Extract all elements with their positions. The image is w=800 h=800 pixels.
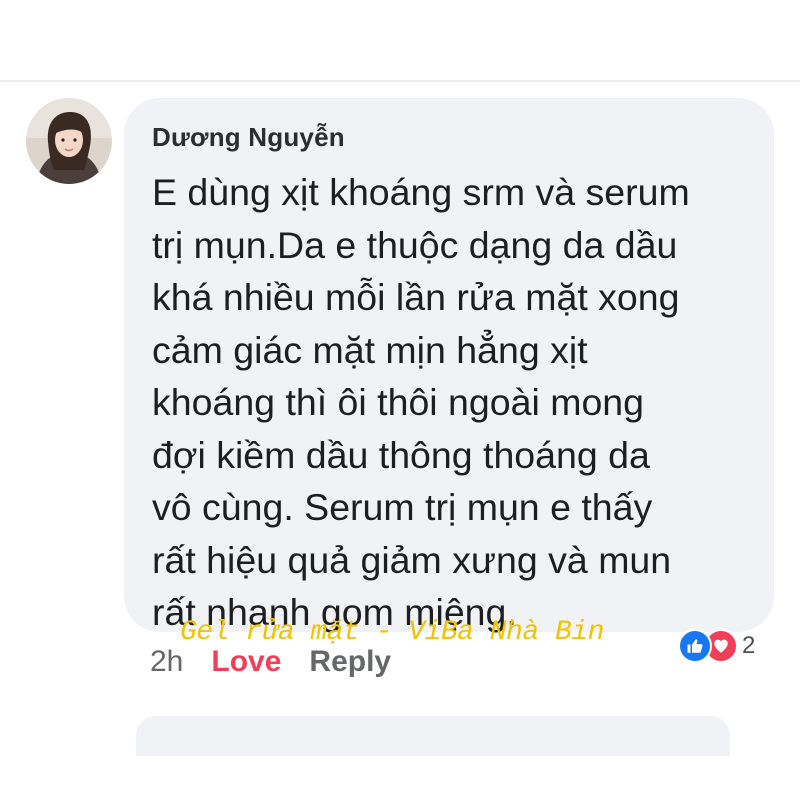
- comment-author[interactable]: Dương Nguyễn: [152, 122, 345, 153]
- avatar-image: [26, 98, 112, 184]
- love-button[interactable]: Love: [211, 645, 281, 679]
- like-icon: [678, 629, 712, 663]
- avatar[interactable]: [26, 98, 112, 184]
- reply-button[interactable]: Reply: [309, 645, 391, 679]
- comment-text: E dùng xịt khoáng srm và serum trị mụn.D…: [152, 171, 690, 633]
- comment-actions: 2h Love Reply: [150, 642, 391, 682]
- comment-time[interactable]: 2h: [150, 645, 183, 679]
- reaction-summary[interactable]: 2: [678, 628, 755, 664]
- reaction-count: 2: [742, 632, 756, 659]
- top-divider: [0, 80, 800, 82]
- next-comment-bubble: [136, 716, 730, 756]
